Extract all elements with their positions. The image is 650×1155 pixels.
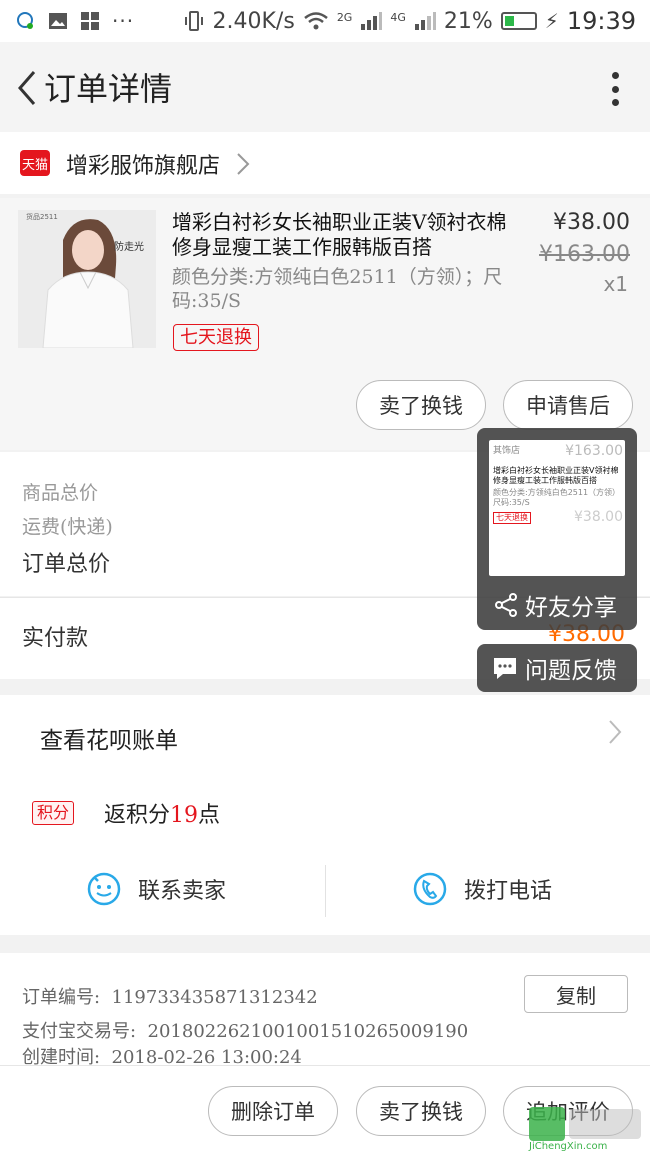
contact-row: 联系卖家 拨打电话 bbox=[0, 845, 650, 935]
sell-for-cash-button[interactable]: 卖了换钱 bbox=[356, 380, 486, 430]
product-price: ¥38.00 bbox=[553, 210, 630, 235]
contact-seller-button[interactable]: 联系卖家 bbox=[86, 871, 226, 907]
share-label: 好友分享 bbox=[525, 595, 617, 621]
back-arrow-icon[interactable] bbox=[12, 68, 42, 108]
share-to-friends-button[interactable]: 好友分享 bbox=[493, 588, 617, 622]
apply-after-sale-button[interactable]: 申请售后 bbox=[503, 380, 633, 430]
preview-title: 增彩白衬衫女长袖职业正装V领衬棉修身显瘦工装工作服韩版百搭 bbox=[493, 466, 619, 485]
call-phone-label: 拨打电话 bbox=[464, 879, 553, 904]
preview-price-old: ¥163.00 bbox=[565, 443, 623, 459]
page-title: 订单详情 bbox=[44, 70, 173, 108]
battery-icon bbox=[500, 12, 537, 30]
image-icon bbox=[49, 13, 67, 29]
app-header: 订单详情 bbox=[0, 42, 650, 132]
more-notifications: ··· bbox=[112, 9, 135, 33]
status-left: ··· bbox=[14, 9, 134, 33]
product-photo bbox=[18, 210, 156, 348]
product-original-price: ¥163.00 bbox=[539, 242, 630, 267]
signal-1-icon bbox=[361, 12, 383, 30]
points-text: 返积分19点 bbox=[104, 797, 220, 829]
sell-for-cash-button-bottom[interactable]: 卖了换钱 bbox=[356, 1086, 486, 1136]
network-speed: 2.40K/s bbox=[212, 8, 295, 34]
product-thumbnail[interactable]: 货品2511 防走光 bbox=[18, 210, 156, 348]
preview-badge: 七天退换 bbox=[493, 512, 531, 524]
shipping-label: 运费(快递) bbox=[22, 516, 113, 538]
wifi-icon bbox=[304, 12, 328, 30]
goods-total-label: 商品总价 bbox=[22, 482, 99, 504]
order-info: 订单编号: 119733435871312342 支付宝交易号: 2018022… bbox=[0, 953, 650, 1068]
product-title[interactable]: 增彩白衬衫女长袖职业正装V领衬衣棉修身显瘦工装工作服韩版百搭 bbox=[172, 210, 517, 260]
order-total-label: 订单总价 bbox=[22, 552, 111, 577]
feedback-icon bbox=[494, 658, 516, 679]
more-menu-icon[interactable] bbox=[610, 72, 620, 106]
paid-label: 实付款 bbox=[22, 626, 89, 651]
feedback-button[interactable]: 问题反馈 bbox=[477, 644, 637, 692]
alipay-number-line: 支付宝交易号: 2018022621001001510265009190 bbox=[22, 1017, 468, 1043]
preview-store: 其饰店 bbox=[493, 446, 521, 456]
alipay-number-label: 支付宝交易号: bbox=[22, 1021, 137, 1042]
product-item[interactable]: 货品2511 防走光 增彩白衬衫女长袖职业正装V领衬衣棉修身显瘦工装工作服韩版百… bbox=[0, 198, 650, 450]
notification-icon bbox=[17, 12, 33, 29]
sim1-label: 2G bbox=[336, 11, 353, 24]
product-quantity: x1 bbox=[603, 272, 628, 296]
points-row: 积分 返积分19点 bbox=[0, 779, 650, 845]
preview-content: 其饰店 ¥163.00 增彩白衬衫女长袖职业正装V领衬棉修身显瘦工装工作服韩版百搭… bbox=[493, 443, 623, 525]
battery-percent: 21% bbox=[443, 8, 493, 34]
product-attributes: 颜色分类:方领纯白色2511（方领）；尺码:35/S bbox=[172, 266, 503, 312]
seven-day-return-badge: 七天退换 bbox=[173, 324, 259, 351]
share-icon bbox=[495, 593, 517, 617]
thumb-caption: 防走光 bbox=[114, 242, 144, 253]
clock: 19:39 bbox=[566, 7, 636, 35]
watermark-text: JiChengXin.com bbox=[529, 1141, 608, 1152]
order-number-line: 订单编号: 119733435871312342 bbox=[22, 983, 318, 1009]
chat-bubble-icon bbox=[87, 872, 121, 906]
store-name[interactable]: 增彩服饰旗舰店 bbox=[66, 148, 220, 180]
preview-price: ¥38.00 bbox=[574, 509, 623, 525]
points-prefix: 返积分 bbox=[104, 803, 171, 828]
chevron-right-icon bbox=[609, 720, 622, 744]
huabei-bill-label: 查看花呗账单 bbox=[40, 728, 178, 754]
signal-2-icon bbox=[414, 12, 436, 30]
phone-icon bbox=[413, 872, 447, 906]
sim2-label: 4G bbox=[390, 11, 406, 24]
points-value: 19 bbox=[170, 803, 199, 828]
alipay-number: 2018022621001001510265009190 bbox=[147, 1021, 469, 1042]
delete-order-button[interactable]: 删除订单 bbox=[208, 1086, 338, 1136]
huabei-bill-row[interactable]: 查看花呗账单 bbox=[0, 695, 650, 779]
points-badge: 积分 bbox=[32, 801, 75, 825]
screenshot-preview[interactable]: 其饰店 ¥163.00 增彩白衬衫女长袖职业正装V领衬棉修身显瘦工装工作服韩版百搭… bbox=[489, 440, 625, 576]
copy-order-number-button[interactable]: 复制 bbox=[524, 975, 628, 1013]
preview-attrs: 颜色分类:方领纯白色2511（方领）尺码:35/S bbox=[493, 488, 621, 507]
share-screenshot-panel[interactable]: 其饰店 ¥163.00 增彩白衬衫女长袖职业正装V领衬棉修身显瘦工装工作服韩版百搭… bbox=[477, 428, 637, 630]
status-right: 2.40K/s 2G 4G 21% ⚡ 19:39 bbox=[183, 7, 636, 35]
points-suffix: 点 bbox=[198, 803, 221, 828]
contact-divider bbox=[325, 865, 326, 917]
call-phone-button[interactable]: 拨打电话 bbox=[412, 871, 552, 907]
site-watermark: JiChengXin.com bbox=[527, 1105, 647, 1153]
tmall-badge: 天猫 bbox=[20, 150, 50, 176]
store-row[interactable]: 天猫 增彩服饰旗舰店 bbox=[0, 132, 650, 194]
status-bar: ··· 2.40K/s 2G 4G 21% ⚡ 19:39 bbox=[0, 0, 650, 42]
order-number-label: 订单编号: bbox=[22, 987, 101, 1008]
chevron-right-icon bbox=[237, 153, 250, 175]
order-number: 119733435871312342 bbox=[111, 987, 318, 1008]
vibrate-icon bbox=[184, 11, 203, 31]
thumb-tag: 货品2511 bbox=[26, 213, 58, 221]
feedback-label: 问题反馈 bbox=[525, 658, 617, 684]
charging-icon: ⚡ bbox=[544, 9, 559, 33]
contact-seller-label: 联系卖家 bbox=[138, 879, 227, 904]
apps-icon bbox=[81, 12, 99, 30]
